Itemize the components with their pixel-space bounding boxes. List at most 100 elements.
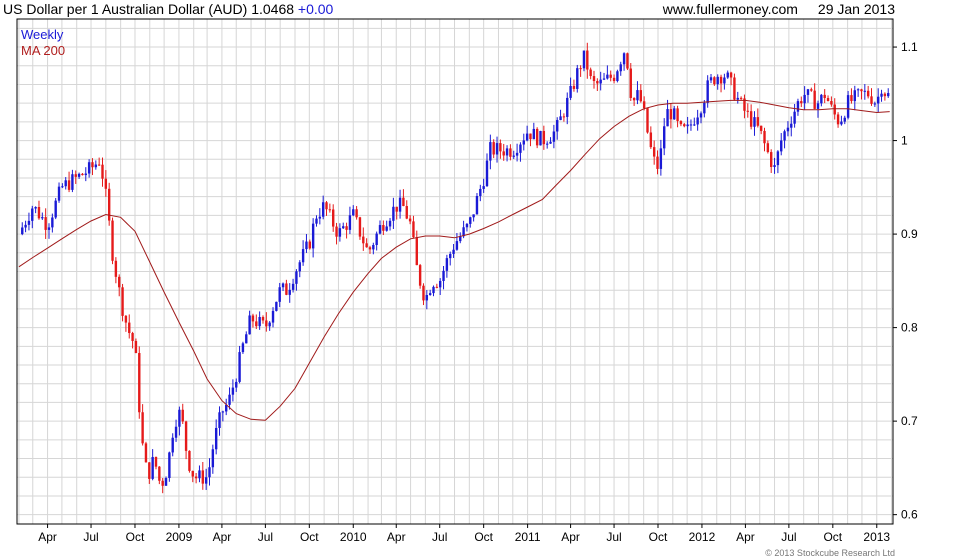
candle-body xyxy=(773,165,776,167)
candle-body xyxy=(582,50,586,69)
candle-body xyxy=(703,102,706,114)
candle-body xyxy=(425,294,429,301)
candle-body xyxy=(642,101,646,109)
candle-body xyxy=(77,173,81,177)
candle-body xyxy=(84,173,87,176)
candle-body xyxy=(174,426,178,438)
candle-body xyxy=(288,289,291,295)
candle-body xyxy=(405,206,408,219)
candle-body xyxy=(201,470,205,484)
candle-body xyxy=(372,244,375,250)
candle-body xyxy=(348,215,352,230)
candle-body xyxy=(258,317,261,327)
candle-body xyxy=(74,174,77,177)
candle-body xyxy=(776,151,780,166)
candle-body xyxy=(378,225,382,234)
candle-body xyxy=(452,249,455,254)
candle-body xyxy=(646,108,649,133)
candle-body xyxy=(609,74,612,78)
candle-body xyxy=(780,140,783,152)
candle-body xyxy=(556,120,559,132)
candle-body xyxy=(208,467,211,478)
x-tick-label: 2009 xyxy=(166,530,193,544)
candle-body xyxy=(87,162,91,174)
candle-body xyxy=(846,95,850,118)
candle-body xyxy=(305,241,308,250)
candle-body xyxy=(338,228,342,237)
candle-body xyxy=(449,253,452,259)
candle-body xyxy=(522,140,525,145)
candle-body xyxy=(281,283,285,288)
candle-body xyxy=(328,209,332,211)
candle-body xyxy=(131,333,134,341)
candle-body xyxy=(228,394,231,405)
candle-body xyxy=(716,76,719,85)
candle-body xyxy=(683,124,686,127)
candle-body xyxy=(843,117,846,122)
candle-body xyxy=(676,108,679,122)
candle-body xyxy=(144,443,148,463)
candle-body xyxy=(168,452,171,479)
candle-body xyxy=(275,301,278,311)
candle-body xyxy=(800,101,803,104)
candle-body xyxy=(756,117,760,126)
candle-body xyxy=(870,96,873,104)
candle-body xyxy=(632,97,636,101)
candle-body xyxy=(539,130,542,146)
candle-body xyxy=(706,80,709,103)
candle-body xyxy=(566,97,569,117)
candle-body xyxy=(194,476,198,479)
candle-body xyxy=(188,450,191,471)
candle-body xyxy=(164,478,168,486)
candle-body xyxy=(211,449,215,468)
candle-body xyxy=(479,188,482,197)
candle-body xyxy=(432,286,435,294)
candle-body xyxy=(796,101,800,112)
candle-body xyxy=(569,85,572,98)
candle-body xyxy=(178,409,181,427)
candle-body xyxy=(673,108,676,120)
candle-body xyxy=(689,124,693,126)
candle-body xyxy=(248,315,251,335)
x-tick-label: Apr xyxy=(213,530,232,544)
candle-body xyxy=(873,103,877,105)
candle-body xyxy=(596,81,599,84)
candle-body xyxy=(455,241,459,250)
candle-body xyxy=(402,197,405,207)
candle-body xyxy=(184,421,188,451)
candle-body xyxy=(535,128,539,146)
candle-body xyxy=(699,113,703,118)
candle-body xyxy=(107,188,111,221)
candle-body xyxy=(44,217,47,230)
candle-body xyxy=(118,276,121,288)
candle-body xyxy=(629,68,632,98)
candle-body xyxy=(810,89,813,91)
candle-body xyxy=(271,310,275,323)
candle-body xyxy=(31,208,34,221)
candle-body xyxy=(385,226,388,231)
candle-body xyxy=(442,270,445,281)
candle-body xyxy=(753,117,756,127)
candle-body xyxy=(739,97,743,99)
candle-body xyxy=(71,174,74,190)
candle-body xyxy=(532,128,536,140)
x-tick-label: Jul xyxy=(432,530,447,544)
candle-body xyxy=(388,220,392,227)
candle-body xyxy=(579,68,582,70)
candle-body xyxy=(465,223,469,228)
candle-body xyxy=(659,148,663,169)
candle-body xyxy=(469,217,472,224)
candle-body xyxy=(51,217,54,228)
x-tick-label: Apr xyxy=(387,530,406,544)
candle-body xyxy=(749,111,753,127)
candle-body xyxy=(770,152,773,167)
x-tick-label: Oct xyxy=(300,530,319,544)
candle-body xyxy=(27,220,31,225)
candle-body xyxy=(562,116,566,118)
candle-body xyxy=(816,103,820,109)
candle-body xyxy=(298,262,301,272)
candle-body xyxy=(415,237,418,266)
candle-body xyxy=(128,322,131,334)
candle-body xyxy=(21,227,24,235)
candle-body xyxy=(666,109,669,127)
